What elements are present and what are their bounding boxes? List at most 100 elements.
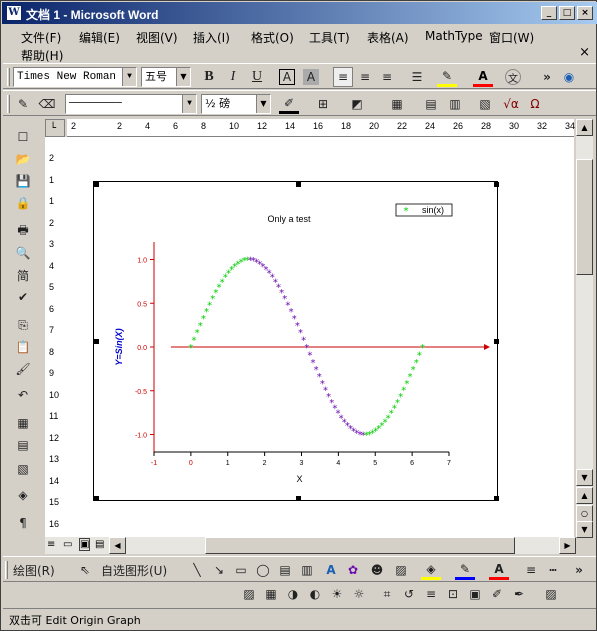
draw-font-color-icon[interactable]: A [489, 560, 509, 580]
document-close-button[interactable]: × [579, 45, 590, 60]
rotate-left-icon[interactable]: ↺ [399, 584, 419, 604]
menu-item-8[interactable]: 窗口(W) [489, 29, 534, 46]
toolbar-grip[interactable] [7, 95, 10, 113]
numbering-button[interactable]: ☰ [407, 67, 427, 87]
compress-pictures-icon[interactable]: ⊡ [443, 584, 463, 604]
mathtype-omega-icon[interactable]: Ω [525, 94, 545, 114]
menu-item-9[interactable]: 帮助(H) [21, 47, 63, 64]
outside-border-icon[interactable]: ⊞ [313, 94, 333, 114]
line-weight-select[interactable]: ½ 磅 ▼ [201, 94, 271, 114]
insert-table-icon[interactable]: ▤ [13, 435, 33, 455]
menu-item-4[interactable]: 格式(O) [251, 29, 294, 46]
underline-button[interactable]: U [247, 67, 267, 87]
draw-table-icon[interactable]: ▦ [13, 413, 33, 433]
line-style-icon[interactable]: ≡ [521, 560, 541, 580]
insert-picture-icon[interactable]: ▨ [391, 560, 411, 580]
print-icon[interactable]: 🖶 [13, 221, 33, 241]
select-objects-icon[interactable]: ⇖ [75, 560, 95, 580]
menu-item-2[interactable]: 视图(V) [136, 29, 178, 46]
web-view-icon[interactable]: ▭ [63, 539, 72, 550]
arrow-icon[interactable]: ↘ [209, 560, 229, 580]
menu-item-1[interactable]: 编辑(E) [79, 29, 120, 46]
vertical-scrollbar[interactable]: ▲ ▼ ▲ ○ ▼ [576, 119, 593, 538]
permission-icon[interactable]: 🔒 [13, 193, 33, 213]
vertical-ruler[interactable]: 2 1 1 2 3 4 5 6 7 8 9 10 11 12 13 14 15 16 [45, 137, 63, 537]
undo-icon[interactable]: ↶ [13, 385, 33, 405]
diagram-icon[interactable]: ✿ [343, 560, 363, 580]
align-center-button[interactable]: ≡ [355, 67, 375, 87]
font-name-select[interactable]: Times New Roman ▼ [13, 67, 137, 87]
line-style-icon[interactable]: ≡ [421, 584, 441, 604]
outline-view-icon[interactable]: ▤ [95, 539, 104, 550]
insert-picture-icon[interactable]: ▨ [239, 584, 259, 604]
highlight-icon[interactable]: ✎ [437, 67, 457, 87]
horizontal-ruler[interactable]: 2 2 4 6 8 10 12 14 16 18 20 22 24 26 28 30 32 34 [67, 119, 575, 137]
menu-item-3[interactable]: 插入(I) [193, 29, 230, 46]
open-icon[interactable]: 📂 [13, 149, 33, 169]
hscroll-thumb[interactable] [205, 537, 515, 554]
split-cells-icon[interactable]: ▥ [445, 94, 465, 114]
close-button[interactable]: × [577, 6, 593, 20]
toolbar-grip[interactable] [5, 561, 8, 579]
text-wrapping-icon[interactable]: ▣ [465, 584, 485, 604]
line-style-select[interactable]: ──────── ▼ [65, 94, 197, 114]
draw-table-pencil-icon[interactable]: ✎ [13, 94, 33, 114]
chevron-down-icon[interactable]: ▼ [182, 95, 196, 113]
less-brightness-icon[interactable]: ☼ [349, 584, 369, 604]
minimize-button[interactable]: _ [541, 6, 557, 20]
less-contrast-icon[interactable]: ◐ [305, 584, 325, 604]
previous-page-button[interactable]: ▲ [576, 487, 593, 504]
drawing-icon[interactable]: ◈ [13, 485, 33, 505]
font-size-select[interactable]: 五号 ▼ [141, 67, 191, 87]
print-layout-view-icon[interactable]: ▣ [79, 538, 91, 551]
show-hide-icon[interactable]: ¶ [13, 513, 33, 533]
character-shading-button[interactable]: A [303, 69, 319, 85]
autoshapes-menu-button[interactable]: 自选图形(U) [101, 560, 181, 580]
bold-button[interactable]: B [199, 67, 219, 87]
insert-table-icon[interactable]: ▦ [387, 94, 407, 114]
normal-view-icon[interactable]: ≡ [47, 539, 55, 550]
merge-cells-icon[interactable]: ▤ [421, 94, 441, 114]
document-area[interactable]: Only a test * sin(x) -1 0 1 2 3 4 5 6 7 1.0 0.5 0.0 -0.… [63, 137, 574, 537]
more-contrast-icon[interactable]: ◑ [283, 584, 303, 604]
horizontal-scrollbar[interactable]: ≡ ▭ ▣ ▤ ◀ ▶ [45, 537, 576, 554]
toolbar-options-icon[interactable]: » [569, 560, 589, 580]
new-document-icon[interactable]: ☐ [13, 127, 33, 147]
scroll-down-button[interactable]: ▼ [576, 469, 593, 486]
mathtype-equation-icon[interactable]: √α [501, 94, 521, 114]
language-icon[interactable]: ◉ [559, 67, 579, 87]
chevron-down-icon[interactable]: ▼ [122, 68, 136, 86]
scroll-thumb[interactable] [576, 159, 593, 275]
rectangle-icon[interactable]: ▭ [231, 560, 251, 580]
align-justify-button[interactable]: ≡ [333, 67, 353, 87]
toolbar-grip[interactable] [7, 68, 10, 86]
print-preview-icon[interactable]: 🔍 [13, 243, 33, 263]
line-icon[interactable]: ╲ [187, 560, 207, 580]
select-browse-object-button[interactable]: ○ [576, 505, 593, 522]
next-page-button[interactable]: ▼ [576, 521, 593, 538]
menu-item-0[interactable]: 文件(F) [21, 29, 61, 46]
chevron-down-icon[interactable]: ▼ [256, 95, 270, 113]
chevron-down-icon[interactable]: ▼ [176, 68, 190, 86]
line-color-icon[interactable]: ✎ [455, 560, 475, 580]
spelling-icon[interactable]: ✔ [13, 287, 33, 307]
paste-icon[interactable]: 📋 [13, 337, 33, 357]
dash-style-icon[interactable]: ┅ [543, 560, 563, 580]
insert-excel-icon[interactable]: ▧ [13, 459, 33, 479]
word-app-icon[interactable]: W [6, 5, 22, 21]
text-box-icon[interactable]: ▤ [275, 560, 295, 580]
phonetic-guide-icon[interactable]: 文 [505, 69, 521, 85]
italic-button[interactable]: I [223, 67, 243, 87]
color-icon[interactable]: ▦ [261, 584, 281, 604]
menu-item-5[interactable]: 工具(T) [309, 29, 350, 46]
maximize-button[interactable]: □ [559, 6, 575, 20]
vertical-text-box-icon[interactable]: ▥ [297, 560, 317, 580]
toolbar-options-icon[interactable]: » [537, 67, 557, 87]
tab-selector[interactable]: └ [45, 119, 65, 137]
more-brightness-icon[interactable]: ☀ [327, 584, 347, 604]
fill-color-icon[interactable]: ◈ [421, 560, 441, 580]
eraser-icon[interactable]: ⌫ [37, 94, 57, 114]
simplified-chinese-icon[interactable]: 简 [13, 265, 33, 285]
shading-color-icon[interactable]: ◩ [347, 94, 367, 114]
scroll-right-button[interactable]: ▶ [559, 537, 576, 554]
